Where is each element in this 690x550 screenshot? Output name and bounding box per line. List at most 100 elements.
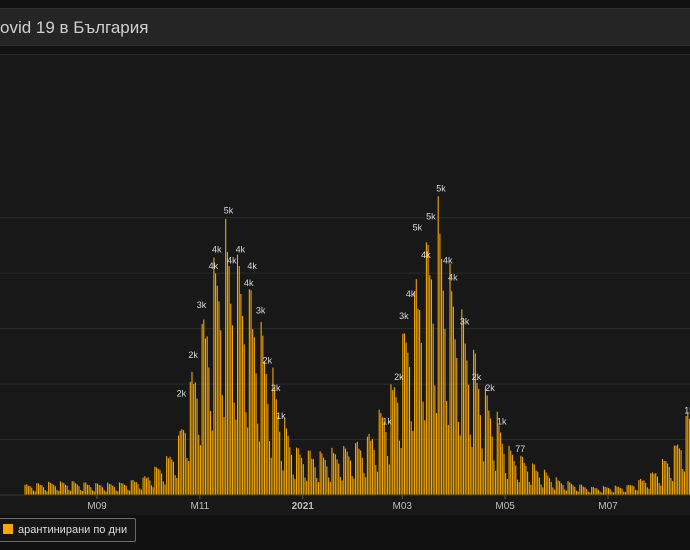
bar <box>341 480 343 495</box>
bar <box>550 481 552 495</box>
bar <box>54 486 56 495</box>
bar <box>491 436 493 495</box>
bar <box>560 483 562 495</box>
bar <box>240 293 242 495</box>
bar <box>177 435 180 495</box>
bar <box>397 402 399 495</box>
bar <box>547 475 549 495</box>
bar <box>403 333 406 495</box>
bar <box>611 491 613 495</box>
bar <box>429 275 431 495</box>
bar <box>363 473 365 495</box>
bar <box>71 481 73 495</box>
bar <box>135 482 137 495</box>
bar <box>412 430 414 495</box>
bar-chart[interactable]: 5k4k 4k4k4k 4k4k3k3k2k2k2k2k1k5k5k5k4k4k4k… <box>0 55 690 515</box>
bar <box>540 484 542 495</box>
bar <box>127 489 129 495</box>
bar <box>570 483 572 495</box>
bar <box>322 457 325 495</box>
bar <box>258 441 260 495</box>
bar <box>454 339 456 495</box>
bar <box>604 486 606 495</box>
bar <box>597 489 599 495</box>
bar <box>80 490 82 495</box>
bar <box>365 477 367 495</box>
bar <box>296 447 298 495</box>
bar <box>685 415 687 495</box>
bar <box>201 324 203 495</box>
bar <box>435 413 438 495</box>
legend-item[interactable]: арантинирани по дни <box>0 518 137 542</box>
bar <box>312 459 314 495</box>
bar <box>179 430 181 495</box>
bar <box>682 468 684 495</box>
bar <box>557 480 559 495</box>
bar <box>329 481 331 495</box>
bar <box>63 483 65 495</box>
bar <box>130 480 132 495</box>
bar <box>680 450 682 495</box>
bar <box>562 485 564 495</box>
bar <box>353 478 355 495</box>
bar <box>225 218 227 495</box>
bar <box>424 420 426 495</box>
bar <box>574 486 576 495</box>
bar <box>501 443 503 495</box>
bar <box>437 196 439 495</box>
bar <box>169 456 171 495</box>
bar <box>360 450 362 495</box>
bar <box>144 476 146 495</box>
bar <box>641 480 643 495</box>
bar <box>658 482 660 495</box>
bar <box>304 477 306 495</box>
bar <box>280 460 282 495</box>
bar <box>398 440 400 495</box>
bar <box>157 468 159 495</box>
bar <box>650 473 652 495</box>
bar <box>270 457 272 495</box>
bar <box>213 257 215 495</box>
bar <box>36 483 38 495</box>
bar <box>677 444 679 495</box>
bar <box>198 434 200 495</box>
bar <box>26 484 28 495</box>
bar <box>247 427 249 495</box>
bar <box>86 484 88 495</box>
bar <box>663 460 665 495</box>
bar <box>231 325 234 495</box>
bar <box>532 463 534 495</box>
bar <box>76 484 78 495</box>
bar <box>626 485 628 495</box>
bar <box>338 463 340 495</box>
bar <box>336 459 338 495</box>
bar <box>591 486 593 495</box>
bar <box>167 458 169 495</box>
bar <box>577 491 579 495</box>
bar <box>616 486 618 495</box>
bar <box>608 488 610 495</box>
bar <box>85 482 87 495</box>
bar <box>188 461 190 495</box>
bar <box>206 336 208 495</box>
bar <box>289 447 291 495</box>
bar <box>61 482 63 495</box>
bar <box>668 466 670 495</box>
bar <box>567 481 569 495</box>
bar <box>390 384 392 495</box>
bar <box>515 465 517 495</box>
bar <box>103 490 105 495</box>
bar <box>248 289 250 495</box>
bar <box>476 382 478 495</box>
bar <box>380 413 382 495</box>
bar <box>208 367 210 495</box>
bar <box>442 290 444 495</box>
bar <box>383 421 385 495</box>
bar <box>263 362 266 495</box>
data-label: 5k <box>426 211 436 221</box>
bar <box>216 285 218 495</box>
bar <box>415 279 417 495</box>
bar <box>395 397 397 495</box>
bar <box>516 479 519 495</box>
data-label: 3k <box>460 317 470 327</box>
